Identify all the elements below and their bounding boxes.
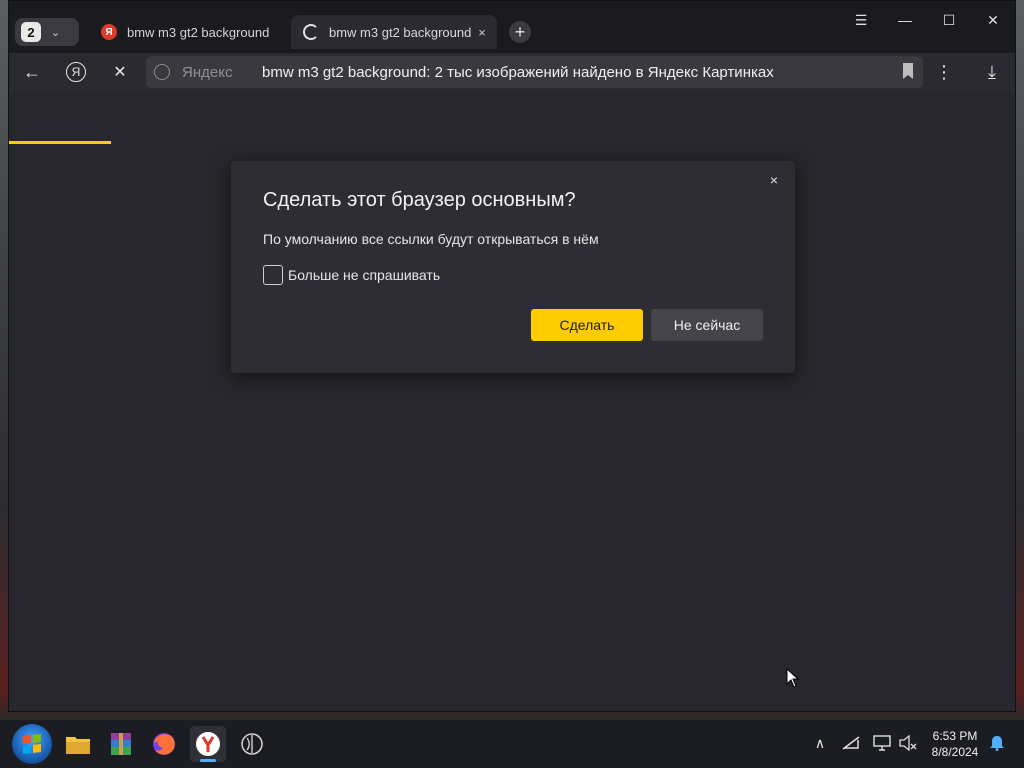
dont-ask-label: Больше не спрашивать: [288, 267, 441, 283]
bookmark-icon[interactable]: [901, 62, 915, 80]
address-bar[interactable]: Яндекс bmw m3 gt2 background: 2 тыс изоб…: [146, 56, 923, 88]
loading-spinner-icon: [303, 24, 319, 40]
dont-ask-checkbox[interactable]: [263, 265, 283, 285]
yandex-browser-button[interactable]: [190, 726, 226, 762]
windows-logo-icon: [23, 734, 41, 754]
new-tab-button[interactable]: +: [509, 21, 531, 43]
winrar-icon: [111, 733, 131, 755]
app-icon: [241, 733, 263, 755]
notification-bell-icon[interactable]: [986, 732, 1008, 754]
yandex-home-button[interactable]: Я: [61, 57, 91, 87]
tab-bar: 2 ⌄ Я bmw m3 gt2 background bmw m3 gt2 b…: [9, 1, 1015, 53]
tab-inactive[interactable]: Я bmw m3 gt2 background: [89, 15, 289, 49]
network-icon[interactable]: [840, 732, 862, 754]
display-icon[interactable]: [871, 732, 893, 754]
not-now-button[interactable]: Не сейчас: [651, 309, 763, 341]
system-clock[interactable]: 6:53 PM 8/8/2024: [924, 728, 986, 760]
stop-loading-icon[interactable]: ✕: [105, 57, 135, 87]
winrar-button[interactable]: [103, 726, 139, 762]
address-host: Яндекс: [182, 63, 233, 81]
tab-active[interactable]: bmw m3 gt2 background ×: [291, 15, 497, 49]
dialog-close-icon[interactable]: ×: [765, 171, 783, 189]
browser-window: 2 ⌄ Я bmw m3 gt2 background bmw m3 gt2 b…: [8, 0, 1016, 712]
volume-muted-icon[interactable]: [897, 732, 919, 754]
address-page-title: bmw m3 gt2 background: 2 тыс изображений…: [262, 63, 774, 81]
tab-counter-button[interactable]: 2 ⌄: [15, 18, 79, 46]
dont-ask-checkbox-row[interactable]: Больше не спрашивать: [263, 265, 440, 285]
download-icon[interactable]: ⤓: [977, 57, 1007, 87]
tab-close-icon[interactable]: ×: [473, 25, 491, 40]
minimize-icon[interactable]: —: [883, 9, 927, 31]
firefox-button[interactable]: [146, 726, 182, 762]
tray-chevron-icon[interactable]: ∧: [809, 732, 831, 754]
back-arrow-icon[interactable]: ←: [17, 57, 47, 87]
close-window-icon[interactable]: ✕: [971, 9, 1015, 31]
clock-date: 8/8/2024: [931, 745, 979, 759]
clock-time: 6:53 PM: [932, 729, 978, 743]
mouse-pointer-icon: [786, 668, 800, 688]
yandex-browser-icon: [196, 732, 220, 756]
make-default-button[interactable]: Сделать: [531, 309, 643, 341]
menu-icon[interactable]: ☰: [839, 9, 883, 31]
yandex-logo-icon: Я: [101, 24, 117, 40]
chevron-down-icon: ⌄: [51, 26, 61, 39]
globe-icon: [154, 64, 170, 80]
default-browser-dialog: × Сделать этот браузер основным? По умол…: [231, 161, 795, 373]
yandex-logo-icon: Я: [66, 62, 86, 82]
navigation-toolbar: ← Я ✕ Яндекс bmw m3 gt2 background: 2 ты…: [9, 53, 1015, 144]
folder-icon: [66, 737, 90, 754]
taskbar: ∧ 6:53 PM 8/8/2024: [0, 720, 1024, 768]
app-button[interactable]: [234, 726, 270, 762]
page-load-progress: [9, 141, 111, 144]
dialog-title: Сделать этот браузер основным?: [263, 189, 576, 211]
tab-title: bmw m3 gt2 background: [329, 24, 472, 40]
dialog-message: По умолчанию все ссылки будут открыватьс…: [263, 231, 599, 247]
firefox-icon: [153, 733, 175, 755]
more-menu-icon[interactable]: ⋮: [929, 57, 959, 87]
file-explorer-button[interactable]: [60, 726, 96, 762]
maximize-icon[interactable]: ☐: [927, 9, 971, 31]
start-button[interactable]: [12, 724, 52, 764]
tab-title: bmw m3 gt2 background: [127, 24, 270, 40]
tab-count: 2: [21, 22, 41, 42]
